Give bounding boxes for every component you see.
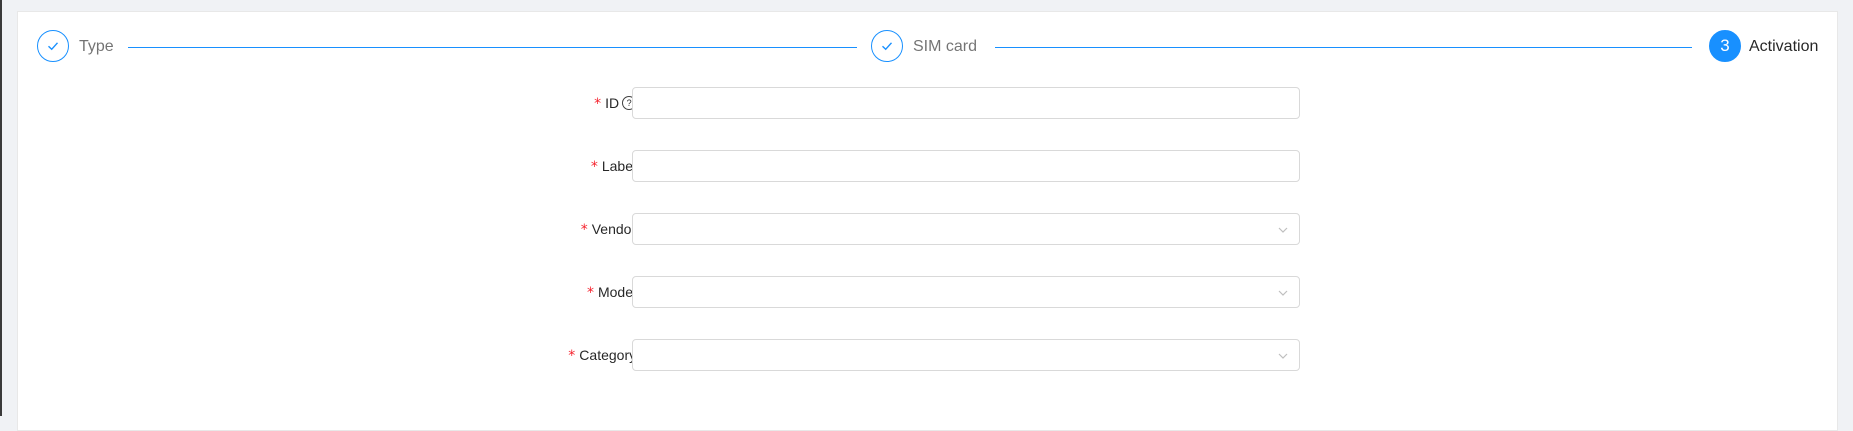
required-mark: *	[590, 159, 598, 175]
label-input[interactable]	[633, 151, 1299, 181]
window-edge	[0, 0, 2, 416]
required-mark: *	[568, 348, 576, 364]
chevron-down-icon	[1278, 227, 1288, 233]
category-label-text: Category	[579, 347, 637, 363]
vendor-select[interactable]	[632, 213, 1300, 245]
step-connector-2	[995, 47, 1692, 48]
step-type-title[interactable]: Type	[79, 36, 114, 58]
wizard-card: Type SIM card 3 Activation *ID?: *Label:…	[17, 11, 1838, 431]
id-input[interactable]	[633, 88, 1299, 118]
category-field-label: *Category:	[568, 339, 642, 371]
id-input-wrapper	[632, 87, 1300, 119]
label-label-text: Label	[601, 158, 637, 174]
form-row-id: *ID?:	[18, 87, 1837, 119]
chevron-down-icon	[1278, 290, 1288, 296]
form-row-model: *Model:	[18, 276, 1837, 308]
model-label-text: Model	[597, 284, 637, 300]
chevron-down-icon	[1278, 353, 1288, 359]
steps-bar: Type SIM card 3 Activation	[18, 12, 1837, 82]
step-activation-number: 3	[1709, 30, 1741, 62]
step-type-check-icon	[37, 30, 69, 62]
label-input-wrapper	[632, 150, 1300, 182]
category-select[interactable]	[632, 339, 1300, 371]
model-select[interactable]	[632, 276, 1300, 308]
required-mark: *	[580, 222, 588, 238]
step-sim-card-title[interactable]: SIM card	[913, 36, 977, 58]
vendor-label-text: Vendor	[591, 221, 637, 237]
required-mark: *	[594, 96, 602, 112]
form-row-category: *Category:	[18, 339, 1837, 371]
step-sim-card-check-icon	[871, 30, 903, 62]
form-row-vendor: *Vendor:	[18, 213, 1837, 245]
form-row-label: *Label:	[18, 150, 1837, 182]
id-label-text: ID	[605, 95, 620, 111]
step-connector-1	[128, 47, 857, 48]
step-activation-title: Activation	[1749, 38, 1819, 55]
required-mark: *	[586, 285, 594, 301]
